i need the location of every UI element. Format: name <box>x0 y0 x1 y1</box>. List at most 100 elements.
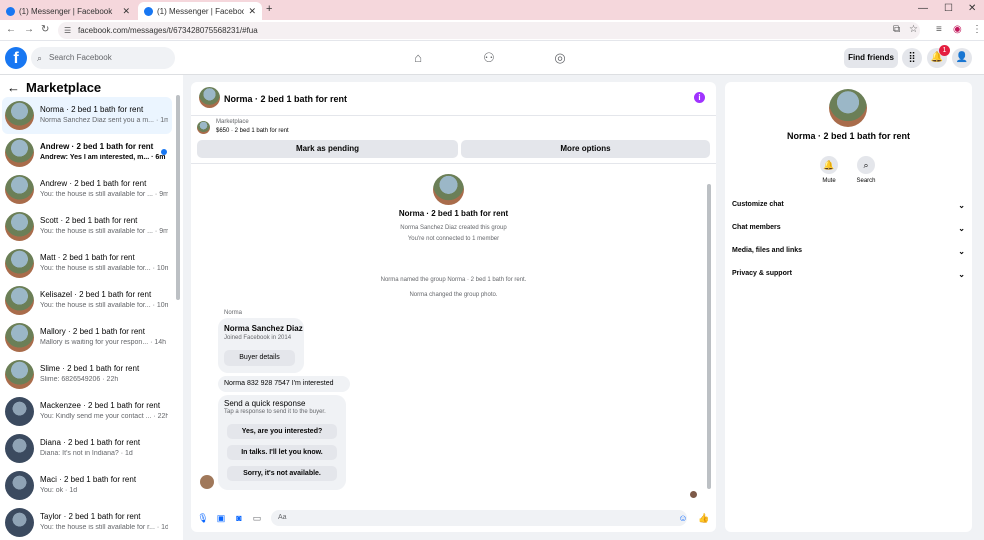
site-info-icon[interactable]: ☰ <box>64 22 71 39</box>
friends-icon[interactable]: ⚇ <box>481 50 497 66</box>
avatar[interactable] <box>199 87 220 108</box>
extensions-icon[interactable]: ≡ <box>936 24 942 35</box>
conversation-name: Scott · 2 bed 1 bath for rent <box>40 216 138 225</box>
listing-title[interactable]: $650 · 2 bed 1 bath for rent <box>216 128 289 134</box>
group-photo <box>829 89 867 127</box>
conversation-item[interactable]: Taylor · 2 bed 1 bath for rent You: the h… <box>2 504 172 540</box>
search-placeholder: Search Facebook <box>49 53 112 62</box>
conversation-item[interactable]: Maci · 2 bed 1 bath for rent You: ok · 1d <box>2 467 172 504</box>
sticker-icon[interactable]: ◙ <box>233 512 245 524</box>
search-input[interactable]: ⌕ Search Facebook <box>31 47 175 69</box>
gif-icon[interactable]: ▭ <box>251 512 263 524</box>
menu-grid-icon[interactable]: ⣿ <box>902 48 922 68</box>
more-options-button[interactable]: More options <box>461 140 710 158</box>
chat-window: Norma · 2 bed 1 bath for rent i Marketpl… <box>191 82 716 532</box>
conversation-name: Slime · 2 bed 1 bath for rent <box>40 364 140 373</box>
mark-as-pending-button[interactable]: Mark as pending <box>197 140 458 158</box>
quick-response-card: Send a quick response Tap a response to … <box>218 395 346 490</box>
close-tab-icon[interactable]: ✕ <box>122 6 130 17</box>
groups-icon[interactable]: ◎ <box>552 50 568 66</box>
chat-scrollbar[interactable] <box>707 184 711 489</box>
chevron-down-icon: ⌄ <box>958 201 965 210</box>
conversation-item[interactable]: Mackenzee · 2 bed 1 bath for rent You: Ki… <box>2 393 172 430</box>
chevron-down-icon: ⌄ <box>958 224 965 233</box>
composer: 🎙 ▣ ◙ ▭ Aa ☺ 👍 <box>191 507 716 532</box>
media-files-links-item[interactable]: Media, files and links ⌄ <box>732 247 965 256</box>
conversation-item[interactable]: Diana · 2 bed 1 bath for rent Diana: It's… <box>2 430 172 467</box>
conversation-item[interactable]: Norma · 2 bed 1 bath for rent Norma Sanch… <box>2 97 172 134</box>
conversation-item[interactable]: Scott · 2 bed 1 bath for rent You: the ho… <box>2 208 172 245</box>
privacy-support-item[interactable]: Privacy & support ⌄ <box>732 270 965 279</box>
customize-chat-item[interactable]: Customize chat ⌄ <box>732 201 965 210</box>
cast-icon[interactable]: ⧉ <box>893 24 900 35</box>
new-tab-icon[interactable]: + <box>266 3 272 15</box>
conversation-item[interactable]: Mallory · 2 bed 1 bath for rent Mallory i… <box>2 319 172 356</box>
conversation-item[interactable]: Matt · 2 bed 1 bath for rent You: the hou… <box>2 245 172 282</box>
mute-label: Mute <box>822 178 836 184</box>
conversation-item[interactable]: Kelisazel · 2 bed 1 bath for rent You: th… <box>2 282 172 319</box>
search-icon[interactable]: ⌕ <box>857 156 875 174</box>
microphone-icon[interactable]: 🎙 <box>197 512 209 524</box>
avatar <box>5 434 34 463</box>
browser-tab-active[interactable]: (1) Messenger | Facebook ✕ <box>138 2 262 20</box>
conversation-name: Andrew · 2 bed 1 bath for rent <box>40 142 154 151</box>
quick-response-option[interactable]: Sorry, it's not available. <box>227 466 337 481</box>
avatar <box>5 249 34 278</box>
item-label: Customize chat <box>732 201 784 208</box>
account-avatar-icon[interactable]: 👤 <box>952 48 972 68</box>
message-placeholder: Aa <box>278 514 287 521</box>
info-icon[interactable]: i <box>694 92 705 103</box>
listing-thumbnail <box>197 121 210 134</box>
minimize-icon[interactable]: — <box>918 3 928 14</box>
close-tab-icon[interactable]: ✕ <box>248 6 256 17</box>
sender-name: Norma <box>224 310 243 316</box>
item-label: Privacy & support <box>732 270 792 277</box>
conversation-preview: Mallory is waiting for your respon... · … <box>40 339 167 346</box>
conversation-item[interactable]: Andrew · 2 bed 1 bath for rent Andrew: Ye… <box>2 134 172 171</box>
message-bubble: Norma 832 928 7547 I'm interested <box>218 376 350 392</box>
avatar <box>5 397 34 426</box>
marketplace-sidebar: ← Marketplace Norma · 2 bed 1 bath for r… <box>0 75 183 540</box>
home-icon[interactable]: ⌂ <box>410 50 426 66</box>
conversation-name: Maci · 2 bed 1 bath for rent <box>40 475 137 484</box>
reload-icon[interactable]: ↻ <box>41 24 49 35</box>
find-friends-button[interactable]: Find friends <box>844 48 898 68</box>
chat-title[interactable]: Norma · 2 bed 1 bath for rent <box>224 94 347 104</box>
conversation-item[interactable]: Slime · 2 bed 1 bath for rent Slime: 6826… <box>2 356 172 393</box>
avatar <box>5 212 34 241</box>
avatar <box>5 175 34 204</box>
quick-response-option[interactable]: In talks. I'll let you know. <box>227 445 337 460</box>
message-input[interactable]: Aa <box>271 510 687 526</box>
conversation-item[interactable]: Andrew · 2 bed 1 bath for rent You: the h… <box>2 171 172 208</box>
quick-response-option[interactable]: Yes, are you interested? <box>227 424 337 439</box>
facebook-logo-icon[interactable]: f <box>5 47 27 69</box>
tab-title: (1) Messenger | Facebook <box>19 6 113 16</box>
back-arrow-icon[interactable]: ← <box>7 80 20 95</box>
emoji-icon[interactable]: ☺ <box>677 512 689 524</box>
close-window-icon[interactable]: ✕ <box>968 3 976 14</box>
mute-bell-icon[interactable]: 🔔 <box>820 156 838 174</box>
sidebar-title: Marketplace <box>26 80 102 95</box>
forward-icon[interactable]: → <box>24 24 34 35</box>
profile-icon[interactable]: ◉ <box>953 24 962 35</box>
thumbs-up-icon[interactable]: 👍 <box>698 512 710 524</box>
notification-badge: 1 <box>939 45 950 56</box>
maximize-icon[interactable]: ☐ <box>944 3 953 14</box>
search-icon: ⌕ <box>37 53 43 63</box>
photo-icon[interactable]: ▣ <box>215 512 227 524</box>
conversation-preview: You: the house is still available for r.… <box>40 524 168 531</box>
back-icon[interactable]: ← <box>6 24 16 35</box>
avatar <box>5 286 34 315</box>
conversation-name: Kelisazel · 2 bed 1 bath for rent <box>40 290 152 299</box>
browser-menu-icon[interactable]: ⋮ <box>972 24 982 35</box>
browser-tab[interactable]: (1) Messenger | Facebook ✕ <box>0 2 136 20</box>
buyer-details-button[interactable]: Buyer details <box>224 350 295 366</box>
group-photo <box>433 174 464 205</box>
conversation-name: Norma · 2 bed 1 bath for rent <box>40 105 144 114</box>
bookmark-star-icon[interactable]: ☆ <box>909 24 918 35</box>
url-field[interactable]: ☰ facebook.com/messages/t/6734280755682​… <box>58 22 920 39</box>
sidebar-scrollbar[interactable] <box>176 95 180 300</box>
chat-members-item[interactable]: Chat members ⌄ <box>732 224 965 233</box>
avatar <box>5 471 34 500</box>
conversation-name: Taylor · 2 bed 1 bath for rent <box>40 512 141 521</box>
